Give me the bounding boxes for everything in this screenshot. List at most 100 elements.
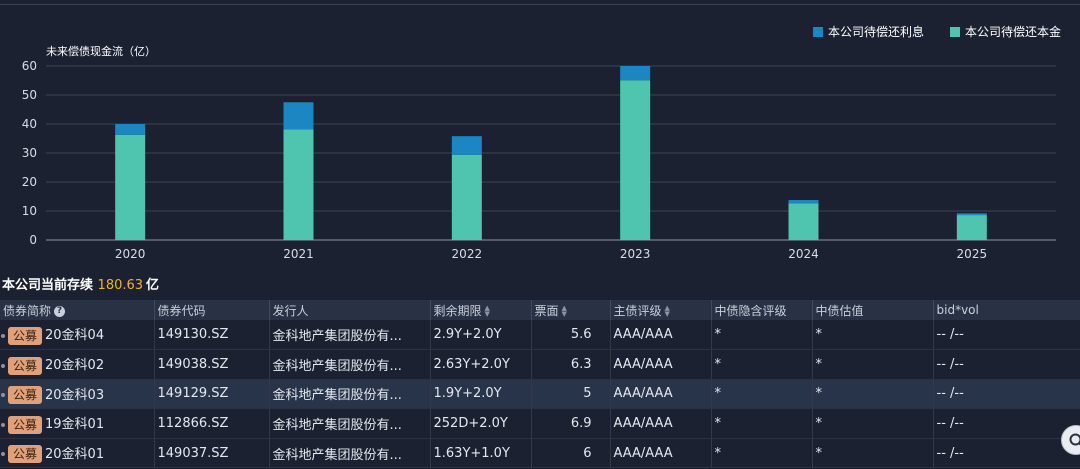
debt-cashflow-chart: 未来偿债现金流（亿） 0 10 20 30 40 50 60 2020 2021 2022 2023 2… xyxy=(22,24,1061,261)
cell-coupon: 5 xyxy=(531,379,611,410)
y-tick-label: 50 xyxy=(22,88,37,102)
bar-principal-2022 xyxy=(451,154,482,240)
row-expand-icon[interactable] xyxy=(1,422,5,427)
cell-coupon: 6.9 xyxy=(531,408,611,439)
row-expand-icon[interactable] xyxy=(1,393,5,398)
bar-principal-2021 xyxy=(283,129,314,240)
bar-principal-2023 xyxy=(620,80,651,241)
x-tick-label: 2025 xyxy=(957,247,988,261)
cell-bond-name[interactable]: 公募 20金科04 xyxy=(0,320,155,351)
legend-swatch xyxy=(813,27,823,37)
cell-bid-vol: -- /-- xyxy=(933,320,1080,351)
summary-unit: 亿 xyxy=(146,278,160,293)
cell-coupon: 5.6 xyxy=(531,320,611,351)
cell-coupon: 6 xyxy=(531,438,611,469)
cell-remaining-term: 2.9Y+2.0Y xyxy=(430,320,532,351)
bar-principal-2020 xyxy=(115,134,146,240)
bar-principal-2025 xyxy=(956,215,987,240)
bond-name[interactable]: 20金科01 xyxy=(45,447,104,462)
outstanding-summary: 本公司当前存续 180.63 亿 xyxy=(2,274,159,294)
cell-bond-name[interactable]: 公募 20金科03 xyxy=(0,379,155,410)
cell-valuation: * xyxy=(812,379,934,410)
offering-badge: 公募 xyxy=(8,356,43,375)
chart-title: 未来偿债现金流（亿） xyxy=(46,44,156,58)
sort-icon[interactable]: ▲ ▼ xyxy=(562,305,567,318)
col-valuation[interactable]: 中债估值 xyxy=(812,300,934,320)
cell-bid-vol: -- /-- xyxy=(933,349,1080,380)
cell-bond-code: 149038.SZ xyxy=(154,349,270,380)
col-bond-name[interactable]: 债券简称? xyxy=(0,300,155,320)
col-rating[interactable]: 主债评级 ▲ ▼ xyxy=(610,300,712,320)
row-expand-icon[interactable] xyxy=(1,363,5,368)
col-remaining-term[interactable]: 剩余期限 ▲ ▼ xyxy=(430,300,532,320)
cell-issuer[interactable]: 金科地产集团股份有... xyxy=(269,408,431,439)
cell-coupon: 6.3 xyxy=(531,349,611,380)
x-tick-label: 2021 xyxy=(283,247,314,261)
col-bid-vol[interactable]: bid*vol xyxy=(933,300,1080,320)
cell-rating: AAA/AAA xyxy=(610,320,712,351)
cell-valuation: * xyxy=(812,438,934,469)
table-row[interactable]: 公募 20金科03 149129.SZ 金科地产集团股份有... 1.9Y+2.0Y 5 A… xyxy=(0,379,1080,410)
cell-rating: AAA/AAA xyxy=(610,379,712,410)
table-row[interactable]: 公募 20金科01 149037.SZ 金科地产集团股份有... 1.63Y+1.0Y 6… xyxy=(0,438,1080,469)
cell-valuation: * xyxy=(812,408,934,439)
cell-bond-name[interactable]: 公募 20金科02 xyxy=(0,349,155,380)
cell-bond-name[interactable]: 公募 20金科01 xyxy=(0,438,155,469)
x-tick-label: 2020 xyxy=(115,247,146,261)
bond-name[interactable]: 20金科04 xyxy=(45,328,104,343)
bar-interest-2022 xyxy=(451,136,482,155)
offering-badge: 公募 xyxy=(8,386,43,405)
cell-remaining-term: 1.63Y+1.0Y xyxy=(430,438,532,469)
summary-label: 本公司当前存续 xyxy=(2,278,94,293)
bond-name[interactable]: 19金科01 xyxy=(45,417,104,432)
bond-name[interactable]: 20金科02 xyxy=(45,358,104,373)
cell-valuation: * xyxy=(812,320,934,351)
offering-badge: 公募 xyxy=(8,415,43,434)
bar-interest-2020 xyxy=(115,124,146,135)
bond-table: 债券简称? 债券代码 发行人 剩余期限 ▲ ▼ 票面 ▲ ▼ 主债评级 ▲ ▼ 中债隐含评级… xyxy=(0,300,1080,469)
legend-label: 本公司待偿还本金 xyxy=(965,24,1061,39)
col-coupon[interactable]: 票面 ▲ ▼ xyxy=(531,300,611,320)
table-row[interactable]: 公募 20金科02 149038.SZ 金科地产集团股份有... 2.63Y+2.0Y 6… xyxy=(0,349,1080,380)
y-tick-label: 10 xyxy=(22,204,37,218)
cell-issuer[interactable]: 金科地产集团股份有... xyxy=(269,379,431,410)
cell-implied-rating: * xyxy=(711,349,813,380)
bar-interest-2025 xyxy=(956,213,987,216)
offering-badge: 公募 xyxy=(8,326,43,345)
help-icon[interactable]: ? xyxy=(54,305,66,317)
sort-icon[interactable]: ▲ ▼ xyxy=(485,305,490,318)
cell-remaining-term: 1.9Y+2.0Y xyxy=(430,379,532,410)
cell-bond-code: 149130.SZ xyxy=(154,320,270,351)
cell-implied-rating: * xyxy=(711,379,813,410)
cell-issuer[interactable]: 金科地产集团股份有... xyxy=(269,349,431,380)
table-row[interactable]: 公募 20金科04 149130.SZ 金科地产集团股份有... 2.9Y+2.0Y 5.… xyxy=(0,320,1080,351)
x-tick-label: 2022 xyxy=(452,247,483,261)
col-implied-rating[interactable]: 中债隐含评级 xyxy=(711,300,813,320)
cell-valuation: * xyxy=(812,349,934,380)
y-tick-label: 20 xyxy=(22,175,37,189)
row-expand-icon[interactable] xyxy=(1,452,5,457)
cell-implied-rating: * xyxy=(711,438,813,469)
cell-remaining-term: 252D+2.0Y xyxy=(430,408,532,439)
summary-amount: 180.63 xyxy=(97,278,144,293)
bar-principal-2024 xyxy=(788,203,819,240)
cell-issuer[interactable]: 金科地产集团股份有... xyxy=(269,438,431,469)
cell-bond-code: 112866.SZ xyxy=(154,408,270,439)
cell-bid-vol: -- /-- xyxy=(933,408,1080,439)
cell-rating: AAA/AAA xyxy=(610,438,712,469)
cell-bond-name[interactable]: 公募 19金科01 xyxy=(0,408,155,439)
col-bond-code[interactable]: 债券代码 xyxy=(154,300,270,320)
bar-interest-2023 xyxy=(620,66,651,81)
bar-interest-2024 xyxy=(788,199,819,204)
row-expand-icon[interactable] xyxy=(1,333,5,338)
cell-bid-vol: -- /-- xyxy=(933,438,1080,469)
sort-icon[interactable]: ▲ ▼ xyxy=(665,305,670,318)
y-tick-label: 60 xyxy=(22,59,37,73)
legend-label: 本公司待偿还利息 xyxy=(828,24,924,39)
cell-issuer[interactable]: 金科地产集团股份有... xyxy=(269,320,431,351)
cell-bid-vol: -- /-- xyxy=(933,379,1080,410)
bond-name[interactable]: 20金科03 xyxy=(45,388,104,403)
table-row[interactable]: 公募 19金科01 112866.SZ 金科地产集团股份有... 252D+2.0Y 6.… xyxy=(0,408,1080,439)
x-tick-label: 2024 xyxy=(788,247,819,261)
col-issuer[interactable]: 发行人 xyxy=(269,300,431,320)
